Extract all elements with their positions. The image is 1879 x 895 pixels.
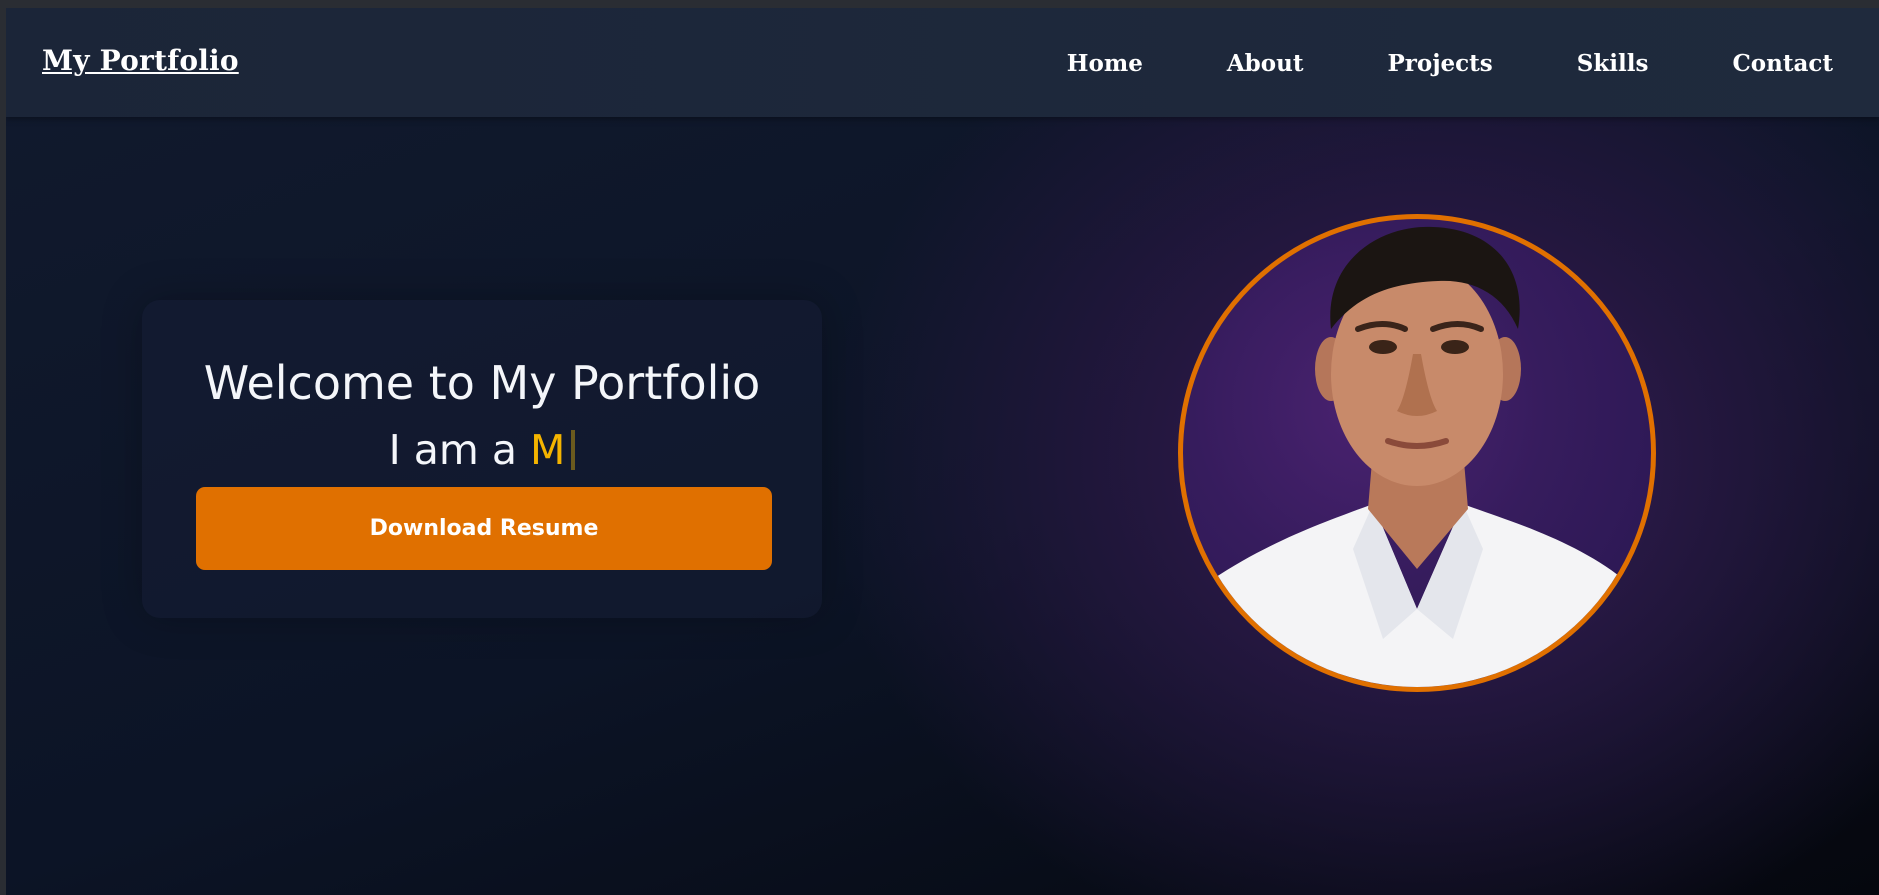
download-resume-button[interactable]: Download Resume (196, 487, 772, 570)
nav-link-skills[interactable]: Skills (1577, 50, 1649, 77)
page-frame: My Portfolio Home About Projects Skills … (6, 8, 1879, 895)
nav-link-contact[interactable]: Contact (1732, 50, 1833, 77)
typing-prefix: I am a (388, 426, 530, 474)
navbar: My Portfolio Home About Projects Skills … (6, 8, 1879, 117)
typing-cursor (571, 430, 576, 470)
brand-link[interactable]: My Portfolio (42, 44, 239, 77)
nav-links: Home About Projects Skills Contact (983, 50, 1833, 77)
nav-link-home[interactable]: Home (1067, 50, 1143, 77)
hero-card: Welcome to My Portfolio I am a M Downloa… (142, 300, 822, 618)
typing-line: I am a M (142, 426, 822, 474)
hero-title: Welcome to My Portfolio (203, 356, 761, 410)
profile-photo-frame (1178, 214, 1656, 692)
typed-text: M (530, 426, 566, 474)
nav-link-about[interactable]: About (1227, 50, 1304, 77)
nav-link-projects[interactable]: Projects (1387, 50, 1492, 77)
profile-photo-icon (1183, 226, 1651, 687)
